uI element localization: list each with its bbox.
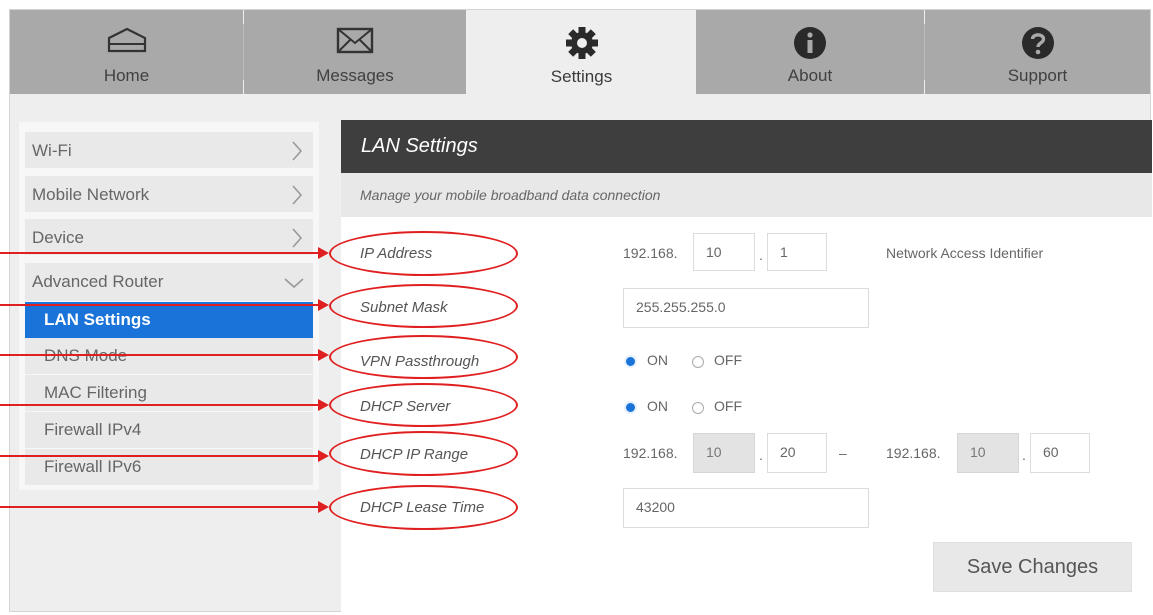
sidebar-item-advanced-router[interactable]: Advanced Router — [25, 263, 313, 301]
sidebar: Wi-Fi Mobile Network Device Advanced Rou… — [19, 122, 319, 490]
tab-settings-label: Settings — [550, 67, 613, 86]
tab-messages[interactable]: Messages — [244, 10, 466, 94]
sidebar-item-label: Advanced Router — [32, 272, 164, 291]
envelope-icon — [336, 26, 374, 59]
tab-home-label: Home — [103, 66, 150, 85]
dhcp-start-octet4-value: 20 — [780, 444, 796, 460]
home-icon — [106, 26, 148, 59]
tab-about[interactable]: About — [696, 10, 924, 94]
tab-settings[interactable]: Settings — [467, 10, 696, 94]
ip-address-prefix: 192.168. — [623, 245, 678, 261]
panel-title: LAN Settings — [361, 135, 478, 157]
arrow-head-icon — [318, 247, 329, 259]
arrow-head-icon — [318, 450, 329, 462]
dhcp-start-octet3-value: 10 — [706, 444, 722, 460]
chevron-down-icon — [283, 274, 305, 294]
info-icon — [793, 26, 827, 65]
callout-arrow — [0, 354, 320, 356]
dhcp-on-radio[interactable] — [624, 401, 637, 414]
ip-dot-separator: . — [759, 447, 763, 463]
sidebar-subitem-lan-settings[interactable]: LAN Settings — [25, 302, 313, 338]
dhcp-start-octet3-input[interactable]: 10 — [693, 433, 755, 473]
panel-header: LAN Settings — [341, 120, 1152, 173]
tab-about-label: About — [787, 66, 833, 85]
ip-dot-separator: . — [759, 247, 763, 263]
top-nav: Home Messages Settings About Support — [10, 10, 1150, 94]
arrow-head-icon — [318, 299, 329, 311]
sidebar-item-mobile-network[interactable]: Mobile Network — [25, 176, 313, 212]
vpn-on-label: ON — [647, 352, 668, 368]
dhcp-on-label: ON — [647, 398, 668, 414]
sidebar-subitem-label: LAN Settings — [44, 310, 151, 329]
range-separator: – — [839, 445, 847, 461]
callout-arrow — [0, 506, 320, 508]
chevron-right-icon — [291, 184, 303, 211]
vpn-off-radio[interactable] — [692, 356, 704, 368]
tab-support-label: Support — [1007, 66, 1068, 85]
save-changes-button[interactable]: Save Changes — [933, 542, 1132, 592]
ip-address-octet3-value: 10 — [706, 244, 722, 260]
dhcp-end-octet4-input[interactable]: 60 — [1030, 433, 1090, 473]
chevron-right-icon — [291, 140, 303, 167]
sidebar-subitem-dns-mode[interactable]: DNS Mode — [25, 338, 313, 374]
callout-ellipse — [329, 431, 518, 476]
dhcp-off-label: OFF — [714, 398, 742, 414]
callout-arrow — [0, 404, 320, 406]
sidebar-item-label: Wi-Fi — [32, 141, 72, 160]
ip-address-octet4-value: 1 — [780, 244, 788, 260]
arrow-head-icon — [318, 501, 329, 513]
subnet-mask-input[interactable]: 255.255.255.0 — [623, 288, 869, 328]
dhcp-end-prefix: 192.168. — [886, 445, 941, 461]
dhcp-off-radio[interactable] — [692, 402, 704, 414]
callout-ellipse — [329, 231, 518, 276]
sidebar-subitem-firewall-ipv4[interactable]: Firewall IPv4 — [25, 412, 313, 448]
ip-address-octet4-input[interactable]: 1 — [767, 233, 827, 271]
question-icon — [1021, 26, 1055, 65]
vpn-off-label: OFF — [714, 352, 742, 368]
callout-ellipse — [329, 335, 518, 379]
dhcp-start-prefix: 192.168. — [623, 445, 678, 461]
arrow-head-icon — [318, 399, 329, 411]
sidebar-subitem-label: Firewall IPv6 — [44, 457, 142, 476]
panel-description: Manage your mobile broadband data connec… — [360, 187, 661, 203]
callout-ellipse — [329, 485, 518, 530]
sidebar-item-label: Device — [32, 228, 84, 247]
dhcp-lease-time-value: 43200 — [636, 499, 675, 515]
sidebar-item-label: Mobile Network — [32, 185, 150, 204]
callout-arrow — [0, 304, 320, 306]
callout-arrow — [0, 252, 320, 254]
tab-home[interactable]: Home — [10, 10, 243, 94]
tab-messages-label: Messages — [316, 66, 394, 85]
network-access-identifier-note: Network Access Identifier — [886, 245, 1044, 261]
sidebar-item-wifi[interactable]: Wi-Fi — [25, 132, 313, 168]
chevron-right-icon — [291, 227, 303, 254]
dhcp-lease-time-input[interactable]: 43200 — [623, 488, 869, 528]
sidebar-item-device[interactable]: Device — [25, 219, 313, 255]
ip-address-octet3-input[interactable]: 10 — [693, 233, 755, 271]
sidebar-subitem-label: DNS Mode — [44, 346, 127, 366]
dhcp-end-octet3-input[interactable]: 10 — [957, 433, 1019, 473]
callout-ellipse — [329, 284, 518, 328]
panel-description-bar: Manage your mobile broadband data connec… — [341, 173, 1152, 217]
tab-support[interactable]: Support — [925, 10, 1150, 94]
dhcp-start-octet4-input[interactable]: 20 — [767, 433, 827, 473]
arrow-head-icon — [318, 349, 329, 361]
subnet-mask-value: 255.255.255.0 — [636, 299, 726, 315]
dhcp-end-octet4-value: 60 — [1043, 444, 1059, 460]
gear-icon — [565, 26, 599, 65]
callout-ellipse — [329, 383, 518, 427]
ip-dot-separator: . — [1022, 447, 1026, 463]
sidebar-subitem-label: Firewall IPv4 — [44, 420, 142, 439]
callout-arrow — [0, 455, 320, 457]
dhcp-end-octet3-value: 10 — [970, 444, 986, 460]
sidebar-subitem-label: MAC Filtering — [44, 383, 147, 402]
vpn-on-radio[interactable] — [624, 355, 637, 368]
